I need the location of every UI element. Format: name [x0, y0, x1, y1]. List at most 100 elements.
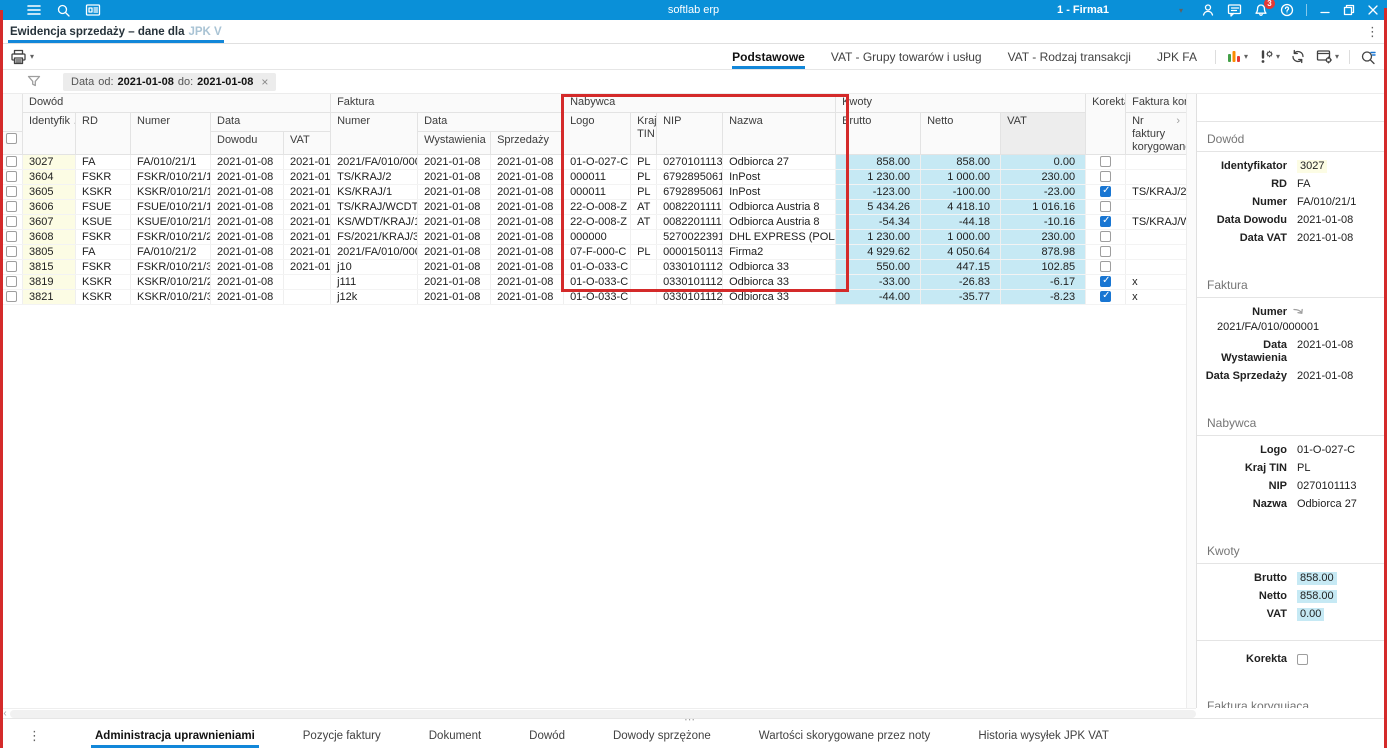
cell-numer[interactable]: FSKR/010/21/3	[130, 259, 211, 275]
column-header-nip[interactable]: NIP	[656, 112, 724, 155]
cell-sprzedazy[interactable]: 2021-01-08	[490, 274, 565, 290]
column-header-identyfikator[interactable]: Identyfik ↓2	[22, 112, 76, 155]
cell-data-dowodu[interactable]: 2021-01-08	[210, 154, 284, 170]
cell-vat[interactable]: 230.00	[1000, 169, 1087, 185]
cell-logo[interactable]: 01-O-033-C	[563, 274, 632, 290]
cell-data-vat[interactable]	[283, 274, 332, 290]
cell-data-dowodu[interactable]: 2021-01-08	[210, 289, 284, 305]
vertical-scrollbar[interactable]	[1186, 94, 1196, 708]
row-checkbox[interactable]	[5, 171, 17, 183]
group-header-faktura-korygowana[interactable]: Faktura korygo	[1125, 94, 1186, 113]
view-tab[interactable]: Podstawowe	[732, 44, 805, 69]
cell-vat[interactable]: 878.98	[1000, 244, 1087, 260]
cell-brutto[interactable]: -33.00	[835, 274, 922, 290]
column-header-nazwa[interactable]: Nazwa	[722, 112, 837, 155]
korekta-checkbox[interactable]	[1100, 185, 1112, 198]
column-header-data-vat[interactable]: VAT	[282, 131, 332, 155]
cell-logo[interactable]: 07-F-000-C	[563, 244, 632, 260]
group-header-nabywca[interactable]: Nabywca	[563, 94, 837, 113]
cell-wystawienia[interactable]: 2021-01-08	[417, 199, 492, 215]
cell-wystawienia[interactable]: 2021-01-08	[417, 229, 492, 245]
cell-rd[interactable]: FA	[75, 154, 131, 170]
cell-brutto[interactable]: 5 434.26	[835, 199, 922, 215]
cell-numer[interactable]: FSKR/010/21/1	[130, 169, 211, 185]
bell-icon[interactable]: 3	[1254, 0, 1275, 17]
cell-faktura-numer[interactable]: j12k	[330, 289, 419, 305]
restore-button[interactable]	[1343, 4, 1355, 16]
cell-logo[interactable]: 22-O-008-Z	[563, 199, 632, 215]
cell-identyfikator[interactable]: 3805	[22, 244, 76, 260]
cell-rd[interactable]: FA	[75, 244, 131, 260]
cell-netto[interactable]: 447.15	[920, 259, 1002, 275]
cell-faktura-numer[interactable]: TS/KRAJ/WCDT/1	[330, 199, 419, 215]
korekta-checkbox[interactable]	[1100, 275, 1112, 288]
cell-identyfikator[interactable]: 3815	[22, 259, 76, 275]
cell-data-vat[interactable]: 2021-01-08	[283, 244, 332, 260]
cell-netto[interactable]: -26.83	[920, 274, 1002, 290]
cell-netto[interactable]: 1 000.00	[920, 169, 1002, 185]
cell-faktura-numer[interactable]: KS/WDT/KRAJ/1	[330, 214, 419, 230]
korekta-checkbox[interactable]	[1100, 215, 1112, 228]
cell-data-dowodu[interactable]: 2021-01-08	[210, 184, 284, 200]
cell-faktura-numer[interactable]: 2021/FA/010/0000	[330, 154, 419, 170]
column-header-numer[interactable]: Numer	[130, 112, 211, 155]
cell-nip[interactable]: 0330101112	[656, 274, 724, 290]
cell-data-vat[interactable]: 2021-01-08	[283, 169, 332, 185]
cell-brutto[interactable]: -54.34	[835, 214, 922, 230]
row-checkbox[interactable]	[5, 246, 17, 258]
cell-kraj[interactable]	[630, 289, 658, 305]
table-row[interactable]: 3607 KSUE KSUE/010/21/1 2021-01-08 2021-…	[0, 214, 1186, 230]
column-header-rd[interactable]: RD	[75, 112, 131, 155]
cell-data-vat[interactable]: 2021-01-08	[283, 154, 332, 170]
cell-rd[interactable]: FSKR	[75, 259, 131, 275]
cell-faktura-numer[interactable]: KS/KRAJ/1	[330, 184, 419, 200]
cell-nazwa[interactable]: InPost	[722, 169, 837, 185]
korekta-detail-checkbox[interactable]	[1297, 653, 1308, 665]
row-checkbox[interactable]	[5, 186, 17, 198]
korekta-checkbox[interactable]	[1100, 261, 1112, 273]
column-header-data-dowodu[interactable]: Dowodu	[210, 131, 284, 155]
row-checkbox[interactable]	[5, 231, 17, 243]
cell-rd[interactable]: FSKR	[75, 229, 131, 245]
cell-nip[interactable]: 0330101112	[656, 259, 724, 275]
bottom-tab[interactable]: Historia wysyłek JPK VAT	[954, 724, 1133, 748]
cell-numer[interactable]: FSKR/010/21/2	[130, 229, 211, 245]
cell-nazwa[interactable]: Odbiorca 33	[722, 289, 837, 305]
select-all-checkbox[interactable]	[6, 132, 17, 144]
table-row[interactable]: 3604 FSKR FSKR/010/21/1 2021-01-08 2021-…	[0, 169, 1186, 185]
cell-netto[interactable]: -35.77	[920, 289, 1002, 305]
korekta-checkbox[interactable]	[1100, 231, 1112, 243]
news-panel-icon[interactable]	[85, 3, 101, 17]
cell-brutto[interactable]: -123.00	[835, 184, 922, 200]
cell-nr-korygowanej[interactable]	[1125, 229, 1186, 245]
cell-brutto[interactable]: -44.00	[835, 289, 922, 305]
cell-rd[interactable]: FSKR	[75, 169, 131, 185]
open-invoice-icon[interactable]	[1293, 306, 1305, 319]
cell-nip[interactable]: 0082201111	[656, 199, 724, 215]
bottom-tab[interactable]: Wartości skorygowane przez noty	[735, 724, 955, 748]
table-row[interactable]: 3805 FA FA/010/21/2 2021-01-08 2021-01-0…	[0, 244, 1186, 260]
group-header-faktura[interactable]: Faktura	[330, 94, 565, 113]
table-row[interactable]: 3815 FSKR FSKR/010/21/3 2021-01-08 2021-…	[0, 259, 1186, 275]
bottom-tabs-menu-icon[interactable]: ⋮	[28, 728, 41, 744]
cell-sprzedazy[interactable]: 2021-01-08	[490, 259, 565, 275]
cell-nazwa[interactable]: Odbiorca Austria 8	[722, 214, 837, 230]
cell-logo[interactable]: 01-O-033-C	[563, 289, 632, 305]
row-checkbox[interactable]	[5, 216, 17, 228]
cell-wystawienia[interactable]: 2021-01-08	[417, 184, 492, 200]
cell-wystawienia[interactable]: 2021-01-08	[417, 169, 492, 185]
menu-icon[interactable]	[26, 3, 42, 17]
cell-identyfikator[interactable]: 3605	[22, 184, 76, 200]
cell-kraj[interactable]: PL	[630, 184, 658, 200]
bottom-tab[interactable]: Dowody sprzężone	[589, 724, 735, 748]
cell-nip[interactable]: 0270101113	[656, 154, 724, 170]
table-row[interactable]: 3027 FA FA/010/21/1 2021-01-08 2021-01-0…	[0, 154, 1186, 170]
cell-sprzedazy[interactable]: 2021-01-08	[490, 184, 565, 200]
cell-nr-korygowanej[interactable]: x	[1125, 274, 1186, 290]
cell-identyfikator[interactable]: 3027	[22, 154, 76, 170]
cell-sprzedazy[interactable]: 2021-01-08	[490, 214, 565, 230]
cell-data-vat[interactable]: 2021-01-08	[283, 214, 332, 230]
cell-brutto[interactable]: 1 230.00	[835, 229, 922, 245]
cell-nip[interactable]: 6792895061	[656, 184, 724, 200]
cell-data-dowodu[interactable]: 2021-01-08	[210, 229, 284, 245]
